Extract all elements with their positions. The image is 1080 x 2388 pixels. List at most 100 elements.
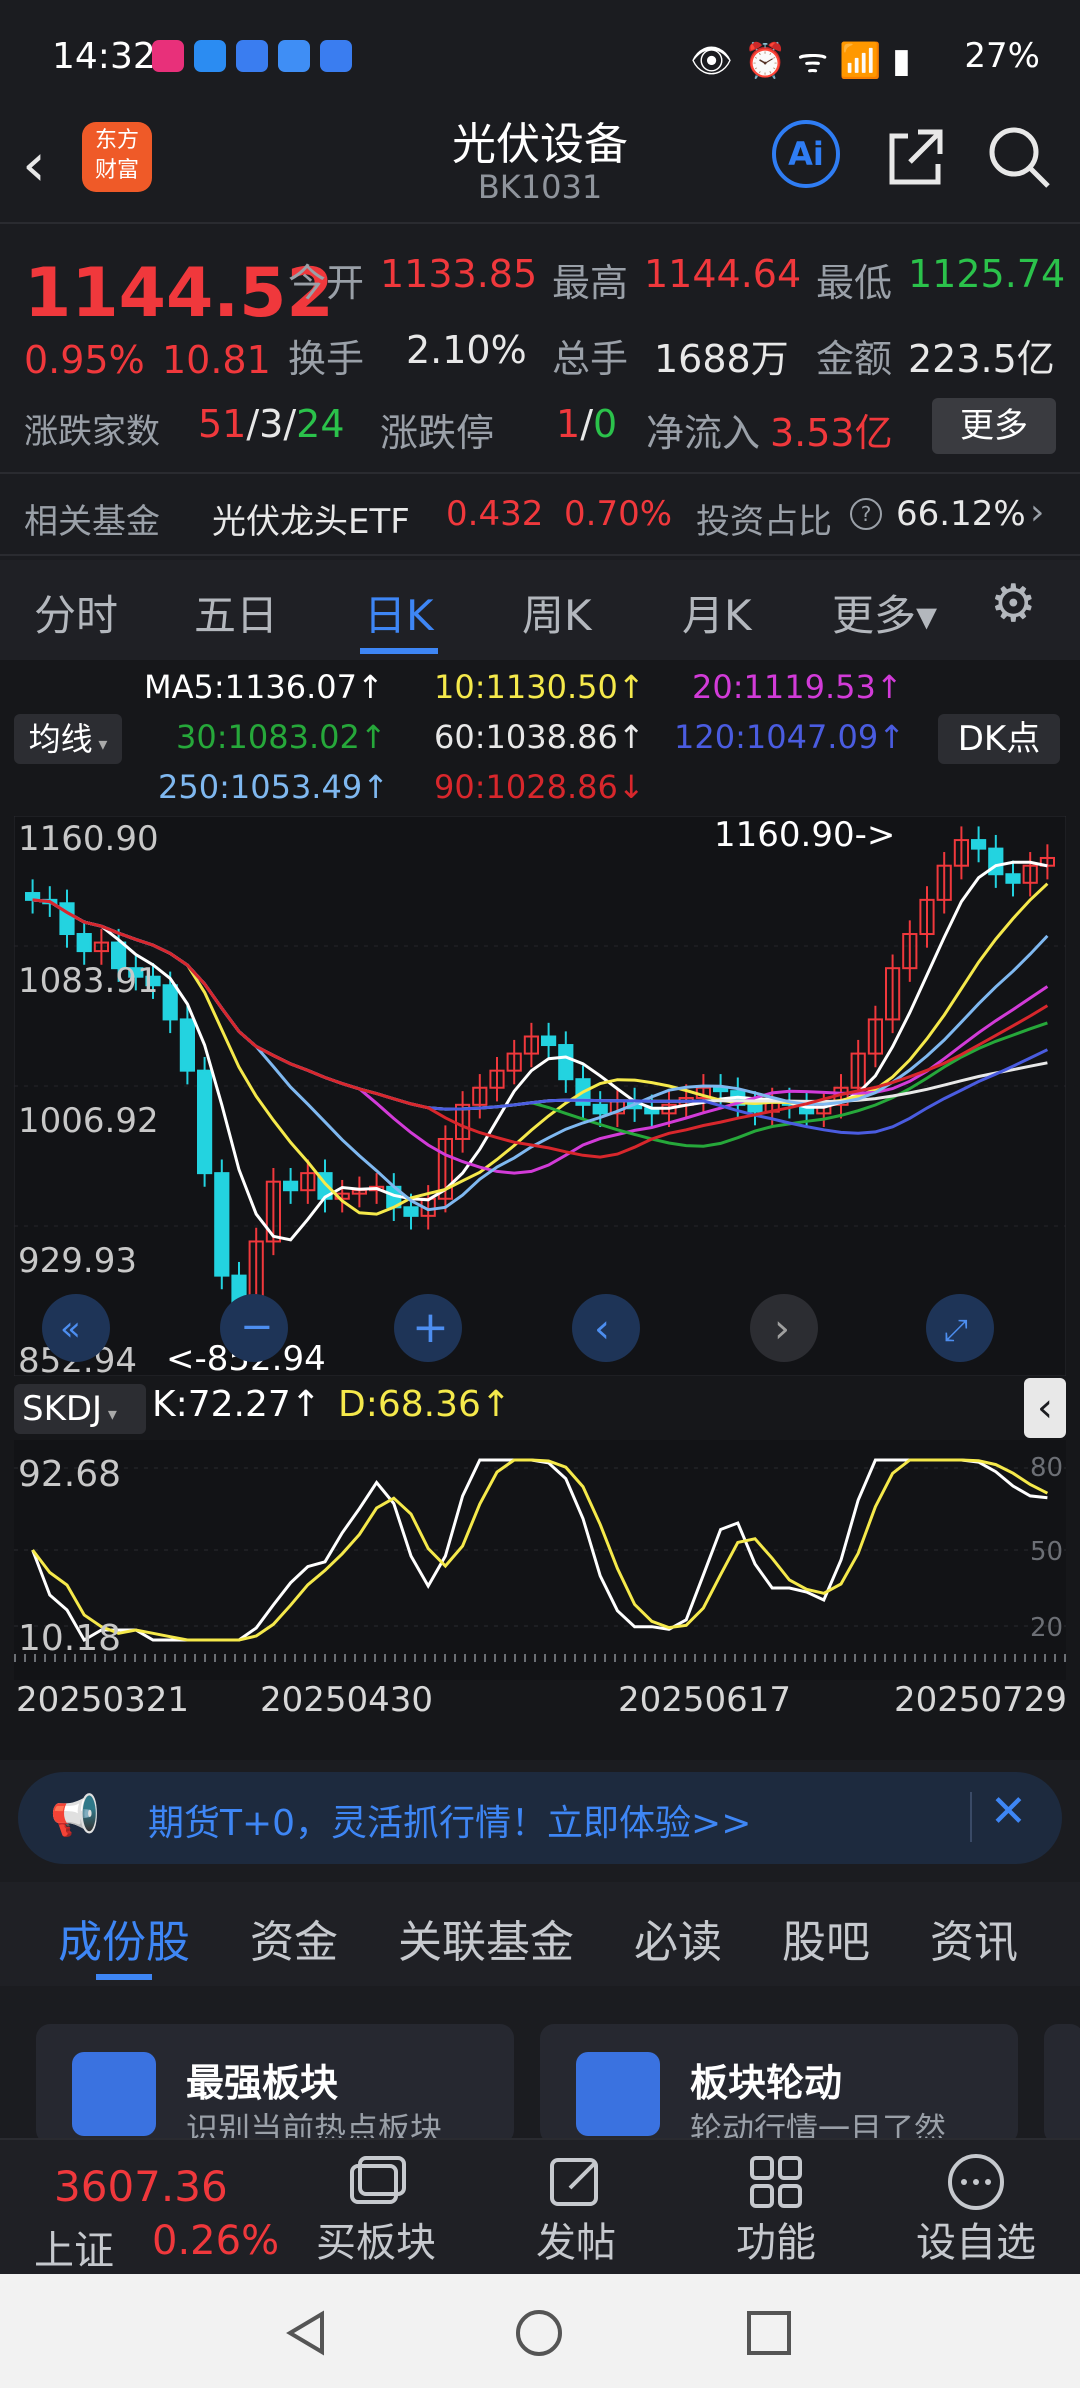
x-tick-label: 20250617 — [618, 1680, 792, 1720]
low-value: 1125.74 — [908, 252, 1066, 296]
candle-body — [283, 1180, 299, 1192]
post-button[interactable]: 发帖 — [486, 2140, 666, 2276]
status-bar: 14:32 👁 ⏰ ᯤ 📶 ▮ 27% — [0, 0, 1080, 110]
fund-label: 相关基金 — [24, 502, 160, 542]
tab-related-funds[interactable]: 关联基金 — [398, 1906, 574, 1970]
ai-button[interactable]: Ai — [772, 120, 840, 188]
fund-name[interactable]: 光伏龙头ETF — [212, 494, 410, 543]
candle-body — [162, 984, 178, 1021]
buy-sector-button[interactable]: 买板块 — [286, 2140, 466, 2276]
skdj-y-bottom: 10.18 — [18, 1618, 121, 1659]
candle-body — [197, 1069, 213, 1175]
scroll-left-glyph: « — [60, 1309, 81, 1349]
candle-body — [25, 892, 41, 901]
share-icon[interactable] — [880, 122, 950, 192]
y-tick-label: 1160.90 — [18, 819, 159, 859]
header: ‹ 东方 财富 光伏设备 BK1031 Ai — [0, 100, 1080, 220]
help-icon[interactable]: ? — [850, 498, 882, 530]
low-label: 最低 — [816, 261, 893, 305]
tab-funds-flow[interactable]: 资金 — [250, 1906, 338, 1970]
amount-value: 223.5亿 — [908, 337, 1055, 381]
next-card-peek[interactable] — [1044, 2024, 1080, 2144]
back-nav-icon[interactable] — [282, 2308, 332, 2358]
tab-intraday[interactable]: 分时 — [34, 582, 118, 643]
search-icon[interactable] — [984, 122, 1054, 192]
active-tab-indicator — [96, 1974, 152, 1980]
close-icon[interactable]: ✕ — [990, 1786, 1027, 1837]
limit-up: 1 — [556, 402, 581, 446]
fund-pct: 0.70% — [564, 494, 673, 534]
card-title: 板块轮动 — [690, 2061, 843, 2105]
tab-more[interactable]: 更多▾ — [832, 582, 937, 643]
add-favorite-button[interactable]: 设自选 — [886, 2140, 1066, 2276]
kline-chart[interactable]: 1160.90 1083.91 1006.92 929.93 852.94 11… — [14, 816, 1066, 1376]
functions-button[interactable]: 功能 — [686, 2140, 866, 2276]
strongest-sector-card[interactable]: 最强板块 识别当前热点板块 — [36, 2024, 514, 2148]
tab-monthly-k[interactable]: 月K — [682, 582, 752, 643]
promo-text[interactable]: 期货T+0，灵活抓行情！立即体验>> — [148, 1794, 751, 1846]
up-count: 51 — [198, 402, 247, 446]
minus-glyph: − — [240, 1304, 274, 1350]
nav-label: 发帖 — [536, 2220, 616, 2266]
promo-banner[interactable]: 📢 期货T+0，灵活抓行情！立即体验>> ✕ — [18, 1772, 1062, 1864]
high-label: 最高 — [552, 261, 629, 305]
ma5-label: MA5:1136.07↑ — [144, 668, 384, 706]
more-button[interactable]: 更多 — [932, 398, 1056, 454]
active-tab-indicator — [360, 648, 438, 654]
indicator-select-button[interactable]: SKDJ ▾ — [14, 1384, 146, 1434]
grid-icon — [750, 2156, 802, 2208]
sector-rotation-card[interactable]: 板块轮动 轮动行情一目了然 — [540, 2024, 1018, 2148]
y-tick-label: 1006.92 — [18, 1101, 159, 1141]
edit-icon — [550, 2158, 598, 2206]
gear-icon[interactable]: ⚙ — [990, 574, 1037, 634]
limit-label: 涨跌停 — [380, 411, 495, 455]
tab-must-read[interactable]: 必读 — [634, 1906, 722, 1970]
updown-counts: 51/3/24 — [198, 402, 345, 446]
related-fund-row[interactable]: 相关基金 光伏龙头ETF 0.432 0.70% 投资占比 ? 66.12% › — [0, 472, 1080, 556]
inflow-value: 3.53亿 — [770, 411, 893, 455]
home-nav-icon[interactable] — [514, 2308, 564, 2358]
nav-label: 功能 — [736, 2220, 816, 2266]
signal-icons: 👁 ⏰ ᯤ 📶 ▮ — [690, 41, 911, 81]
megaphone-icon: 📢 — [50, 1793, 100, 1839]
indicator-name: SKDJ — [22, 1389, 103, 1429]
tab-forum[interactable]: 股吧 — [782, 1906, 870, 1970]
tab-components[interactable]: 成份股 — [58, 1906, 190, 1970]
volume-value: 1688万 — [654, 337, 789, 381]
candle-body — [558, 1044, 574, 1081]
ma-select-button[interactable]: 均线 ▾ — [14, 714, 122, 764]
app-notification-icon — [194, 40, 226, 72]
y-tick-label: 929.93 — [18, 1241, 137, 1281]
turnover-value: 2.10% — [406, 328, 527, 372]
change-pct: 0.95% — [24, 338, 145, 382]
index-pct: 0.26% — [152, 2218, 280, 2264]
candle-body — [541, 1035, 557, 1047]
tab-daily-k[interactable]: 日K — [364, 582, 434, 643]
battery-level: 27% — [964, 36, 1040, 76]
tab-news[interactable]: 资讯 — [930, 1906, 1018, 1970]
skdj-chart[interactable]: 92.68 10.18 80 50 20 — [14, 1440, 1066, 1680]
index-ticker[interactable]: 3607.36 上证 0.26% — [0, 2140, 290, 2276]
turnover-label: 换手 — [288, 337, 365, 381]
tab-weekly-k[interactable]: 周K — [522, 582, 592, 643]
y-tick-label: 1083.91 — [18, 961, 159, 1001]
ratio-value: 66.12% — [896, 494, 1026, 534]
bottom-nav: 3607.36 上证 0.26% 买板块 发帖 功能 设自选 — [0, 2138, 1080, 2276]
nav-label: 设自选 — [916, 2220, 1036, 2266]
volume-label: 总手 — [552, 337, 629, 381]
card-title: 最强板块 — [186, 2061, 339, 2105]
collapse-panel-button[interactable]: ‹ — [1024, 1378, 1066, 1438]
recents-nav-icon[interactable] — [746, 2310, 792, 2356]
limit-down: 0 — [593, 402, 618, 446]
tab-five-day[interactable]: 五日 — [194, 582, 278, 643]
ma-button-label: 均线 — [28, 720, 93, 758]
ma20-label: 20:1119.53↑ — [692, 668, 903, 706]
candle-body — [1005, 873, 1021, 884]
ma250-label: 250:1053.49↑ — [158, 768, 389, 806]
dk-point-button[interactable]: DK点 — [938, 714, 1060, 764]
chart-area: MA5:1136.07↑ 10:1130.50↑ 20:1119.53↑ 均线 … — [0, 660, 1080, 1760]
divider — [970, 1792, 972, 1842]
level-80: 80 — [1030, 1453, 1063, 1483]
ratio-label: 投资占比 — [696, 502, 832, 542]
ma30-label: 30:1083.02↑ — [176, 718, 387, 756]
